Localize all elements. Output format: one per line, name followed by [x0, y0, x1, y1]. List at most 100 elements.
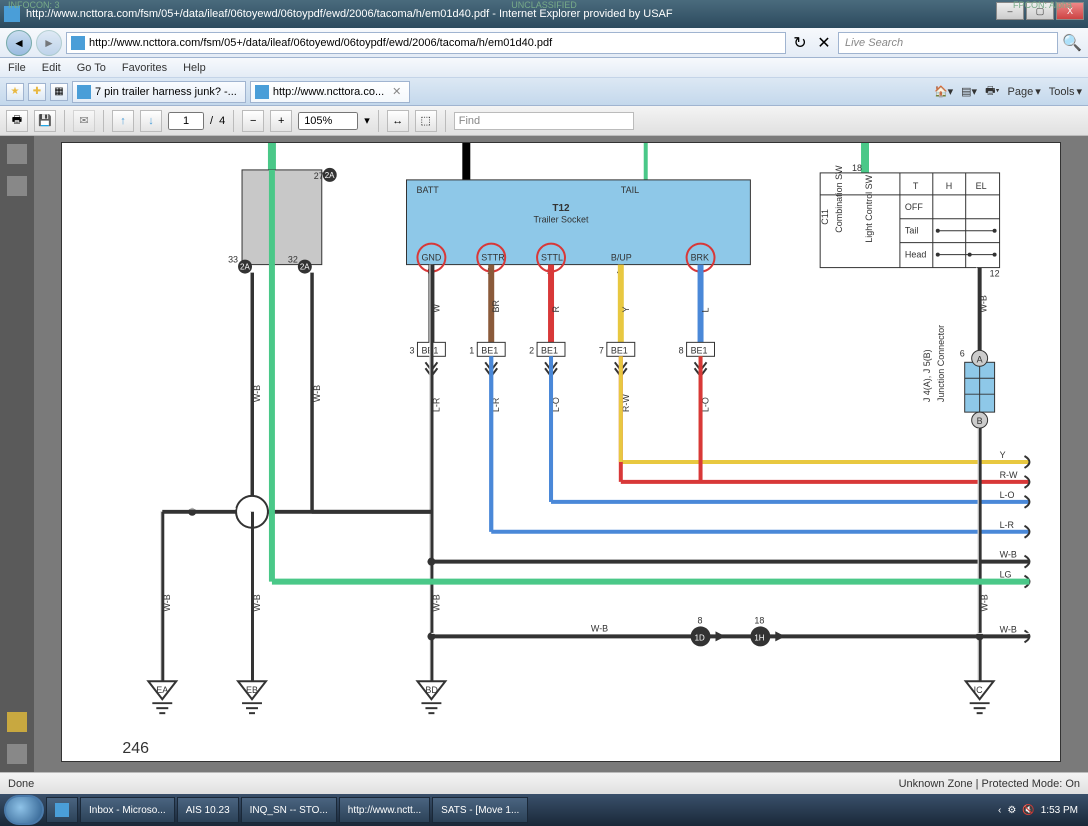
- menu-goto[interactable]: Go To: [77, 62, 106, 74]
- start-button[interactable]: [4, 795, 44, 825]
- tab-close-icon[interactable]: ✕: [392, 85, 401, 98]
- classification-label: UNCLASSIFIED: [503, 0, 585, 10]
- feeds-button[interactable]: ▤▾: [961, 85, 977, 98]
- svg-text:W-B: W-B: [980, 594, 990, 611]
- pdf-print-button[interactable]: 🖶: [6, 110, 28, 132]
- pdf-prev-page-button[interactable]: ↑: [112, 110, 134, 132]
- search-go-button[interactable]: 🔍: [1062, 33, 1082, 53]
- favorites-star-icon[interactable]: ★: [6, 83, 24, 101]
- taskbar-item-sats[interactable]: SATS - [Move 1...: [432, 797, 528, 823]
- svg-text:W-B: W-B: [1000, 550, 1017, 560]
- svg-text:L: L: [701, 307, 711, 312]
- svg-text:1D: 1D: [695, 633, 705, 642]
- svg-text:W-B: W-B: [252, 594, 262, 611]
- tab-bar: ★ ✚ ▦ 7 pin trailer harness junk? -... h…: [0, 78, 1088, 106]
- svg-text:2A: 2A: [325, 171, 335, 180]
- add-favorite-icon[interactable]: ✚: [28, 83, 46, 101]
- page-menu[interactable]: Page ▾: [1008, 85, 1041, 98]
- print-button[interactable]: 🖶▾: [985, 82, 999, 101]
- tab-1[interactable]: 7 pin trailer harness junk? -...: [72, 81, 246, 103]
- svg-text:J 4(A), J 5(B): J 4(A), J 5(B): [922, 349, 932, 402]
- svg-text:7: 7: [599, 345, 604, 355]
- pdf-next-page-button[interactable]: ↓: [140, 110, 162, 132]
- tray-icon[interactable]: ‹: [998, 805, 1001, 816]
- svg-text:27: 27: [314, 171, 324, 181]
- svg-text:1H: 1H: [754, 633, 764, 642]
- ie-page-icon: [71, 36, 85, 50]
- taskbar-item-ais[interactable]: AIS 10.23: [177, 797, 239, 823]
- nav-toolbar: ◄ ► http://www.ncttora.com/fsm/05+/data/…: [0, 28, 1088, 58]
- tab-grid-icon[interactable]: ▦: [50, 83, 68, 101]
- taskbar-item-inqsn[interactable]: INQ_SN -- STO...: [241, 797, 337, 823]
- tray-icon[interactable]: 🔇: [1022, 805, 1034, 816]
- svg-text:Head: Head: [905, 250, 926, 260]
- pdf-fit-page-button[interactable]: ⬚: [415, 110, 437, 132]
- svg-text:STTR: STTR: [481, 253, 505, 263]
- refresh-button[interactable]: ↻: [790, 33, 810, 53]
- pin-18-label: 18: [852, 163, 862, 173]
- menu-edit[interactable]: Edit: [42, 62, 61, 74]
- search-box[interactable]: Live Search: [838, 32, 1058, 54]
- svg-text:W-B: W-B: [162, 594, 172, 611]
- taskbar-item-ie[interactable]: [46, 797, 78, 823]
- home-button[interactable]: 🏠▾: [934, 85, 953, 98]
- address-bar[interactable]: http://www.ncttora.com/fsm/05+/data/ilea…: [66, 32, 786, 54]
- bookmarks-panel-icon[interactable]: [7, 176, 27, 196]
- pdf-fit-width-button[interactable]: ↔: [387, 110, 409, 132]
- tools-menu[interactable]: Tools ▾: [1049, 85, 1082, 98]
- taskbar-item-ncttora[interactable]: http://www.nctt...: [339, 797, 430, 823]
- svg-text:Tail: Tail: [905, 226, 918, 236]
- svg-text:LG: LG: [1000, 570, 1012, 580]
- pdf-find-box[interactable]: Find: [454, 112, 634, 130]
- pdf-sidebar: [0, 136, 34, 772]
- comments-panel-icon[interactable]: [7, 712, 27, 732]
- svg-text:BATT: BATT: [416, 185, 439, 195]
- svg-text:OFF: OFF: [905, 202, 923, 212]
- svg-text:EB: EB: [246, 685, 258, 695]
- stop-button[interactable]: ✕: [814, 33, 834, 53]
- svg-text:L-O: L-O: [1000, 490, 1015, 500]
- forward-button[interactable]: ►: [36, 30, 62, 56]
- zoom-dropdown-icon[interactable]: ▾: [364, 114, 370, 127]
- svg-text:32: 32: [288, 255, 298, 265]
- svg-text:8: 8: [679, 345, 684, 355]
- pdf-mail-button[interactable]: ✉: [73, 110, 95, 132]
- menu-help[interactable]: Help: [183, 62, 206, 74]
- svg-text:33: 33: [228, 255, 238, 265]
- tab-2[interactable]: http://www.ncttora.co... ✕: [250, 81, 411, 103]
- pdf-save-button[interactable]: 💾: [34, 110, 56, 132]
- svg-text:Junction Connector: Junction Connector: [936, 325, 946, 402]
- menu-file[interactable]: File: [8, 62, 26, 74]
- pdf-zoom-out-button[interactable]: −: [242, 110, 264, 132]
- status-left: Done: [8, 778, 34, 790]
- tab-1-label: 7 pin trailer harness junk? -...: [95, 86, 237, 98]
- svg-text:R-W: R-W: [1000, 470, 1018, 480]
- svg-text:T: T: [913, 181, 919, 191]
- menu-bar: File Edit Go To Favorites Help: [0, 58, 1088, 78]
- svg-text:STTL: STTL: [541, 253, 563, 263]
- svg-text:EL: EL: [976, 181, 987, 191]
- pdf-page-input[interactable]: [168, 112, 204, 130]
- tray-icon[interactable]: ⚙: [1007, 805, 1016, 816]
- status-right: Unknown Zone | Protected Mode: On: [899, 778, 1080, 790]
- svg-text:BE1: BE1: [541, 345, 558, 355]
- pdf-total-pages: 4: [219, 115, 225, 127]
- taskbar-item-inbox[interactable]: Inbox - Microso...: [80, 797, 175, 823]
- pdf-zoom-in-button[interactable]: +: [270, 110, 292, 132]
- svg-text:6: 6: [960, 348, 965, 358]
- find-placeholder: Find: [459, 115, 480, 127]
- menu-favorites[interactable]: Favorites: [122, 62, 167, 74]
- tab-2-label: http://www.ncttora.co...: [273, 86, 384, 98]
- fpcon-label: FPCON: Alpha: [1005, 0, 1080, 10]
- svg-text:18: 18: [754, 615, 764, 625]
- svg-text:A: A: [977, 354, 983, 364]
- svg-text:W-B: W-B: [431, 594, 441, 611]
- back-button[interactable]: ◄: [6, 30, 32, 56]
- svg-text:GND: GND: [421, 253, 441, 263]
- status-bar: Done Unknown Zone | Protected Mode: On: [0, 772, 1088, 794]
- svg-text:C11: C11: [820, 209, 830, 225]
- pages-panel-icon[interactable]: [7, 144, 27, 164]
- svg-text:1: 1: [469, 345, 474, 355]
- attachments-panel-icon[interactable]: [7, 744, 27, 764]
- pdf-zoom-input[interactable]: [298, 112, 358, 130]
